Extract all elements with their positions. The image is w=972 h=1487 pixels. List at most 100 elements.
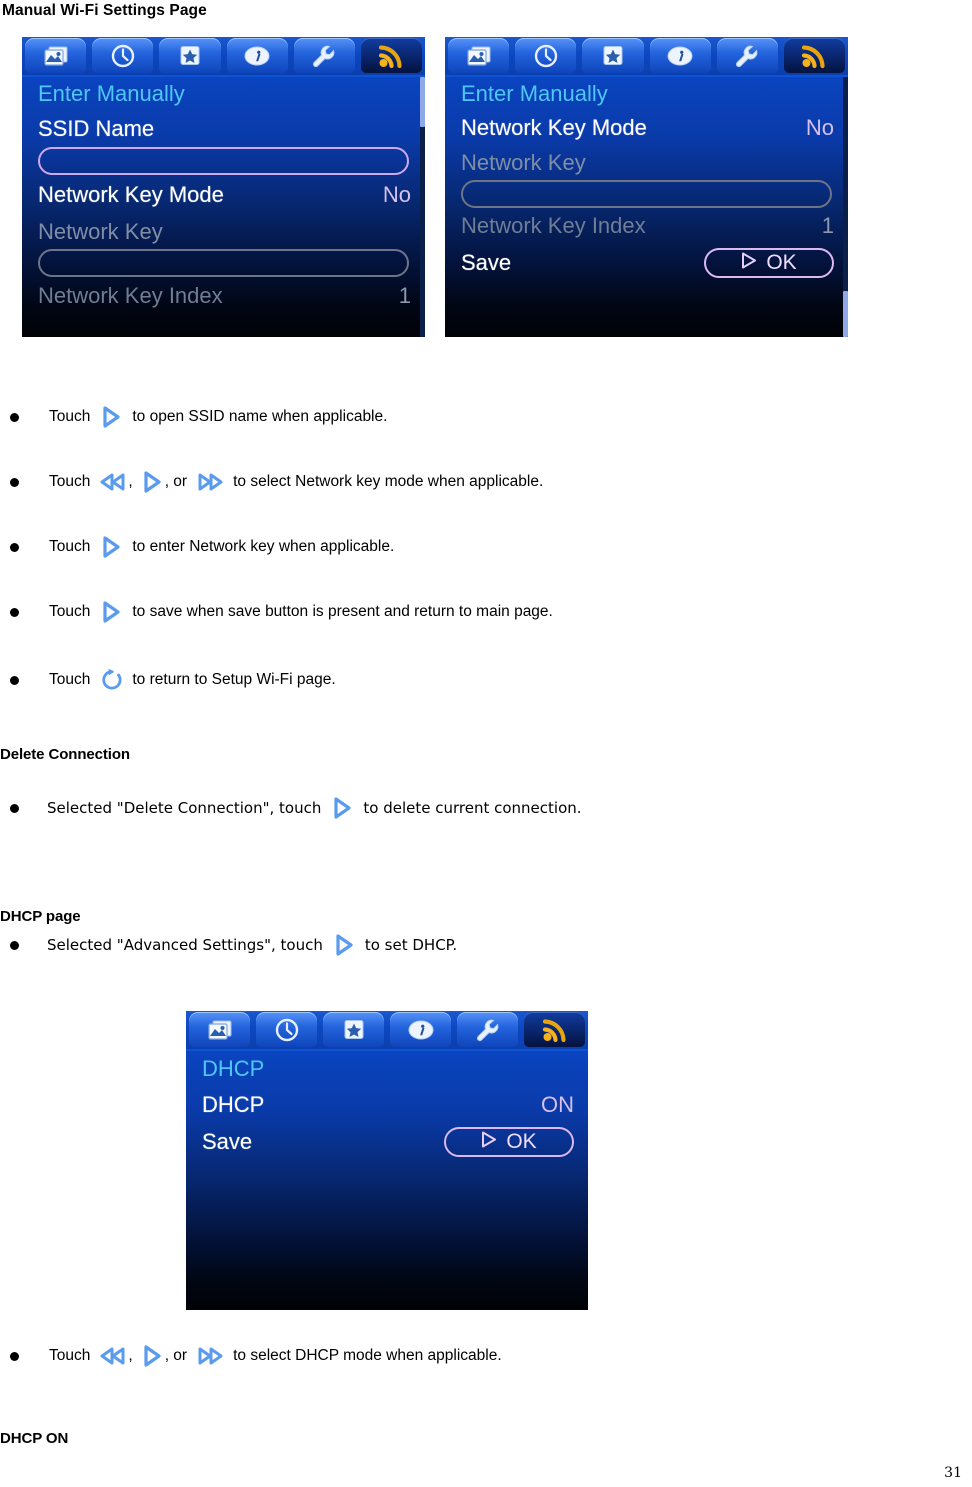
toolbar-tab-clock[interactable] xyxy=(89,37,156,75)
clock-icon xyxy=(533,43,559,69)
play-arrow-icon xyxy=(331,932,357,958)
scrollbar-thumb[interactable] xyxy=(420,77,425,127)
bullet-text-rest: to save when save button is present and … xyxy=(132,603,553,620)
info-icon xyxy=(406,1018,436,1042)
wifi-icon xyxy=(377,43,405,69)
play-arrow-icon xyxy=(98,599,124,625)
bullet-delete-connection: Selected "Delete Connection", touch to d… xyxy=(10,795,582,821)
device-toolbar xyxy=(22,37,425,77)
bullet-text-lead: Touch xyxy=(49,473,91,490)
save-ok-button[interactable]: OK xyxy=(444,1127,574,1157)
save-ok-button[interactable]: OK xyxy=(704,248,834,278)
toolbar-tab-photo[interactable] xyxy=(186,1011,253,1049)
row-network-key-mode[interactable]: Network Key Mode No xyxy=(445,110,848,146)
bullet-text-lead: Touch xyxy=(49,538,91,555)
row-save[interactable]: Save OK xyxy=(445,244,848,282)
bullet-save-return: Touch to save when save button is presen… xyxy=(10,599,553,625)
play-arrow-icon xyxy=(329,795,355,821)
toolbar-tab-settings[interactable] xyxy=(714,37,781,75)
row-label: Network Key Mode xyxy=(461,115,647,140)
row-network-key: Network Key xyxy=(22,215,425,249)
screen-title: DHCP xyxy=(202,1056,265,1081)
toolbar-tab-star[interactable] xyxy=(579,37,646,75)
play-triangle-icon xyxy=(741,251,757,275)
toolbar-tab-info[interactable] xyxy=(647,37,714,75)
page-title: Manual Wi-Fi Settings Page xyxy=(2,2,207,19)
bullet-text-lead: Touch xyxy=(49,603,91,620)
info-icon xyxy=(242,44,272,68)
network-key-input[interactable] xyxy=(38,249,409,277)
toolbar-tab-clock[interactable] xyxy=(512,37,579,75)
bullet-return-setup-wifi: Touch to return to Setup Wi-Fi page. xyxy=(10,666,336,694)
bullet-dot xyxy=(10,803,19,813)
toolbar-tab-photo[interactable] xyxy=(445,37,512,75)
bullet-open-ssid: Touch to open SSID name when applicable. xyxy=(10,404,387,430)
bullet-text-rest: to return to Setup Wi-Fi page. xyxy=(132,671,336,688)
toolbar-tab-wifi[interactable] xyxy=(781,37,848,75)
toolbar-tab-clock[interactable] xyxy=(253,1011,320,1049)
row-save[interactable]: Save OK xyxy=(186,1123,588,1161)
row-network-key-index: Network Key Index 1 xyxy=(22,277,425,315)
toolbar-tab-star[interactable] xyxy=(320,1011,387,1049)
row-value: No xyxy=(382,182,411,207)
scrollbar-manual-2[interactable] xyxy=(843,77,848,337)
toolbar-tab-star[interactable] xyxy=(156,37,223,75)
toolbar-tab-wifi[interactable] xyxy=(521,1011,588,1049)
toolbar-tab-info[interactable] xyxy=(387,1011,454,1049)
toolbar-tab-wifi[interactable] xyxy=(358,37,425,75)
bullet-text-lead: Touch xyxy=(49,1347,91,1364)
row-label: Network Key xyxy=(461,150,586,175)
clock-icon xyxy=(110,43,136,69)
bullet-text-lead: Touch xyxy=(49,671,91,688)
row-ssid-name[interactable]: SSID Name xyxy=(22,111,425,147)
row-label: DHCP xyxy=(202,1092,265,1117)
bullet-dot xyxy=(10,607,19,617)
device-toolbar xyxy=(186,1011,588,1051)
wifi-icon xyxy=(800,43,828,69)
network-key-input[interactable] xyxy=(461,180,832,208)
bullet-text-rest: to enter Network key when applicable. xyxy=(132,538,395,555)
row-value: No xyxy=(805,115,834,140)
bullet-text-rest: to set DHCP. xyxy=(364,936,458,954)
fast-forward-arrow-icon xyxy=(195,469,225,495)
heading-dhcp-on: DHCP ON xyxy=(0,1430,69,1447)
bullet-comma-1: , xyxy=(128,1347,133,1364)
device-screen-dhcp: DHCP DHCP ON Save OK xyxy=(186,1011,588,1310)
bullet-text-lead: Selected "Delete Connection", touch xyxy=(47,799,322,817)
row-network-key: Network Key xyxy=(445,146,848,180)
device-screen-manual-2: Enter Manually Network Key Mode No Netwo… xyxy=(445,37,848,337)
wrench-icon xyxy=(733,43,761,69)
play-arrow-icon xyxy=(98,534,124,560)
play-arrow-icon xyxy=(98,404,124,430)
row-value: 1 xyxy=(821,213,834,238)
rewind-arrow-icon xyxy=(98,469,128,495)
bullet-set-dhcp: Selected "Advanced Settings", touch to s… xyxy=(10,932,457,958)
toolbar-tab-settings[interactable] xyxy=(454,1011,521,1049)
row-label: SSID Name xyxy=(38,116,155,141)
scrollbar-thumb[interactable] xyxy=(843,291,848,337)
toolbar-tab-settings[interactable] xyxy=(291,37,358,75)
bullet-select-network-key-mode: Touch , , or to select Network key mode … xyxy=(10,469,543,495)
bullet-dot xyxy=(10,477,19,487)
row-label: Network Key xyxy=(38,219,163,244)
star-icon xyxy=(341,1018,367,1042)
heading-dhcp-page: DHCP page xyxy=(0,908,81,925)
bullet-text-rest: to delete current connection. xyxy=(363,799,582,817)
photo-icon xyxy=(206,1018,234,1042)
scrollbar-manual-1[interactable] xyxy=(420,77,425,337)
return-arrow-icon xyxy=(98,666,126,694)
ssid-name-input[interactable] xyxy=(38,147,409,175)
star-icon xyxy=(177,44,203,68)
toolbar-tab-photo[interactable] xyxy=(22,37,89,75)
screen-title-row: Enter Manually xyxy=(445,77,848,110)
screen-title-row: DHCP xyxy=(186,1051,588,1087)
row-value: 1 xyxy=(398,283,411,308)
row-dhcp[interactable]: DHCP ON xyxy=(186,1087,588,1123)
bullet-enter-network-key: Touch to enter Network key when applicab… xyxy=(10,534,394,560)
row-network-key-mode[interactable]: Network Key Mode No xyxy=(22,175,425,215)
toolbar-tab-info[interactable] xyxy=(224,37,291,75)
screen-body-dhcp: DHCP DHCP ON Save OK xyxy=(186,1051,588,1161)
play-triangle-icon xyxy=(481,1130,497,1154)
rewind-arrow-icon xyxy=(98,1343,128,1369)
row-label: Save xyxy=(461,250,512,275)
